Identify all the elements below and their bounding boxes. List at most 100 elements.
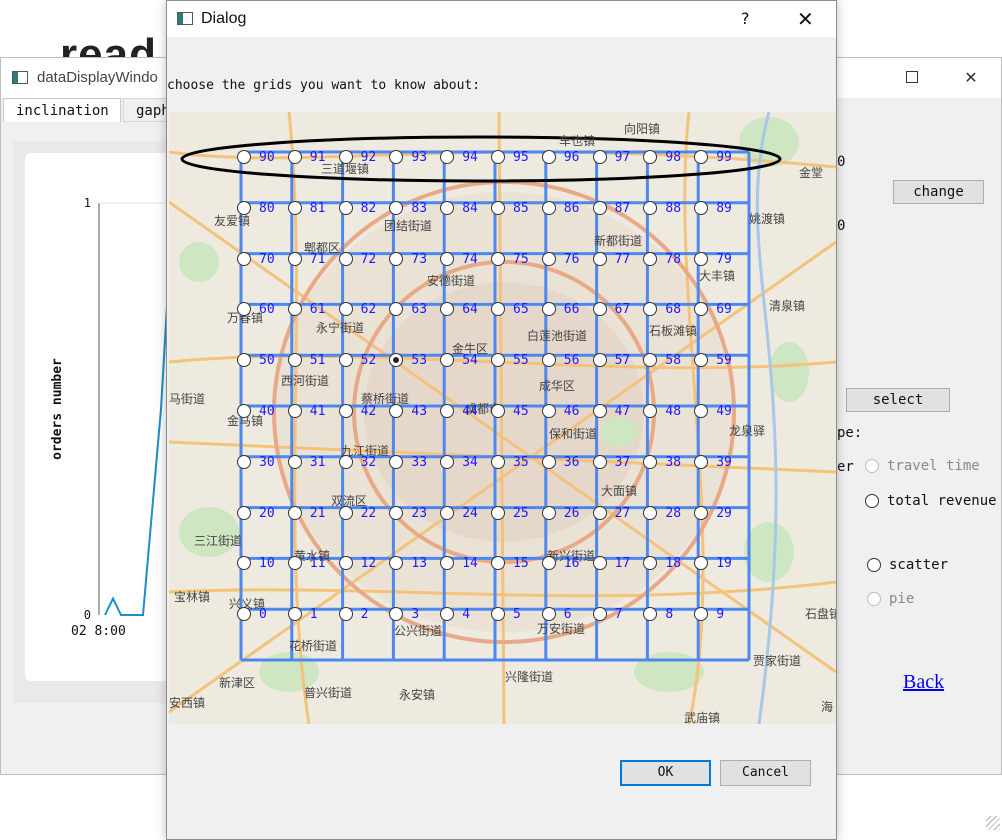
grid-radio-30[interactable] [237, 454, 251, 469]
grid-radio-35[interactable] [491, 454, 505, 469]
grid-radio-72[interactable] [338, 251, 353, 266]
resize-grip[interactable] [986, 816, 1000, 830]
back-link[interactable]: Back [903, 671, 944, 694]
grid-radio-90[interactable] [237, 150, 251, 164]
grid-radio-42[interactable] [338, 404, 353, 418]
grid-radio-27[interactable] [592, 505, 607, 520]
grid-radio-74[interactable] [440, 251, 455, 266]
grid-radio-77[interactable] [592, 251, 607, 266]
ok-button[interactable]: OK [620, 760, 711, 786]
grid-radio-26[interactable] [541, 505, 556, 520]
grid-radio-32[interactable] [338, 454, 353, 469]
grid-label-40: 40 [259, 404, 275, 419]
grid-radio-31[interactable] [287, 454, 302, 469]
help-icon[interactable]: ? [741, 9, 750, 28]
grid-radio-71[interactable] [287, 251, 302, 266]
grid-radio-80[interactable] [237, 200, 251, 215]
map-place-label: 新津区 [219, 676, 256, 690]
grid-radio-37[interactable] [592, 454, 607, 469]
cancel-button[interactable]: Cancel [720, 760, 811, 786]
grid-label-42: 42 [360, 404, 377, 419]
grid-radio-95[interactable] [491, 150, 505, 164]
grid-radio-84[interactable] [440, 200, 455, 215]
grid-radio-97[interactable] [592, 150, 607, 164]
grid-radio-39[interactable] [694, 454, 709, 469]
map-place-label: 兴隆街道 [505, 670, 554, 684]
grid-radio-12[interactable] [338, 556, 353, 571]
grid-radio-41[interactable] [287, 404, 302, 418]
grid-label-55: 55 [513, 353, 529, 369]
grid-radio-25[interactable] [491, 505, 505, 520]
grid-radio-51[interactable] [287, 353, 302, 368]
grid-radio-73[interactable] [389, 251, 404, 266]
grid-radio-28[interactable] [643, 505, 658, 520]
grid-radio-24[interactable] [440, 505, 455, 520]
grid-radio-23[interactable] [389, 505, 404, 520]
scatter-radio[interactable] [867, 558, 881, 572]
grid-label-64: 64 [462, 302, 478, 318]
grid-label-2: 2 [360, 607, 369, 623]
grid-radio-22[interactable] [338, 505, 353, 520]
grid-radio-76[interactable] [541, 251, 556, 266]
grid-radio-21[interactable] [287, 505, 302, 520]
grid-radio-86[interactable] [541, 200, 556, 215]
grid-radio-1[interactable] [287, 607, 302, 622]
grid-radio-36[interactable] [541, 454, 556, 469]
grid-radio-96[interactable] [541, 150, 556, 164]
grid-radio-67[interactable] [592, 302, 607, 317]
grid-radio-92[interactable] [338, 150, 353, 164]
grid-radio-81[interactable] [287, 200, 302, 215]
grid-label-39: 39 [716, 454, 732, 470]
grid-radio-78[interactable] [643, 251, 658, 266]
grid-label-93: 93 [411, 150, 428, 165]
grid-label-78: 78 [665, 251, 682, 267]
chart-panel: 1 0 02 8:00 orders number [13, 141, 173, 703]
grid-radio-52[interactable] [338, 353, 353, 368]
grid-radio-56[interactable] [541, 353, 556, 368]
grid-label-82: 82 [360, 200, 377, 216]
maximize-icon[interactable] [900, 66, 924, 90]
grid-radio-85[interactable] [491, 200, 505, 215]
partial-digit-2: 0 [837, 218, 846, 234]
grid-radio-47[interactable] [592, 404, 607, 418]
close-icon[interactable]: ✕ [797, 7, 814, 31]
grid-radio-46[interactable] [541, 404, 556, 418]
grid-radio-2[interactable] [338, 607, 353, 622]
tab-inclination[interactable]: inclination [3, 98, 121, 122]
map-place-label: 公兴街道 [394, 624, 443, 638]
pie-radio[interactable] [867, 592, 881, 606]
grid-label-54: 54 [462, 353, 478, 369]
grid-radio-45[interactable] [491, 404, 505, 418]
grid-radio-6[interactable] [541, 607, 556, 622]
series-line [104, 202, 173, 616]
grid-label-23: 23 [411, 505, 428, 521]
travel-time-radio[interactable] [865, 459, 879, 473]
map-place-label: 清泉镇 [769, 299, 806, 313]
grid-radio-57[interactable] [592, 353, 607, 368]
change-button[interactable]: change [893, 180, 984, 204]
grid-radio-17[interactable] [592, 556, 607, 571]
grid-radio-79[interactable] [694, 251, 709, 266]
grid-label-68: 68 [665, 302, 682, 318]
partial-label-pe: pe: [837, 425, 863, 441]
grid-radio-29[interactable] [694, 505, 709, 520]
total-revenue-radio[interactable] [865, 494, 879, 508]
map-place-label: 成华区 [539, 379, 576, 393]
grid-radio-40[interactable] [237, 404, 251, 418]
grid-radio-34[interactable] [440, 454, 455, 469]
grid-label-51: 51 [309, 353, 326, 369]
grid-label-73: 73 [411, 251, 428, 267]
grid-radio-87[interactable] [592, 200, 607, 215]
select-button[interactable]: select [846, 388, 950, 412]
grid-radio-75[interactable] [491, 251, 505, 266]
grid-radio-89[interactable] [694, 200, 709, 215]
travel-time-label: travel time [887, 458, 980, 474]
grid-radio-91[interactable] [287, 150, 302, 164]
grid-radio-62[interactable] [338, 302, 353, 317]
grid-radio-20[interactable] [237, 505, 251, 520]
grid-label-58: 58 [665, 353, 682, 369]
grid-radio-82[interactable] [338, 200, 353, 215]
grid-radio-7[interactable] [592, 607, 607, 622]
grid-radio-70[interactable] [237, 251, 251, 266]
close-icon[interactable]: ✕ [959, 66, 983, 90]
